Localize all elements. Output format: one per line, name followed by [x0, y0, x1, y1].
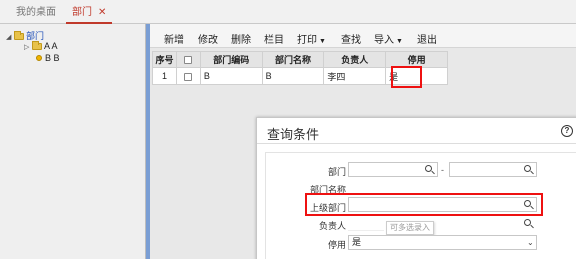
tree-node-bb[interactable]: B B: [36, 53, 60, 63]
search-button[interactable]: 查找: [341, 31, 361, 46]
manager-label: 负责人: [318, 221, 346, 231]
tab-my-desktop-label: 我的桌面: [16, 7, 56, 18]
department-tree: ◢ 部门 ▷ A A B B: [0, 24, 146, 259]
cell-manager: 李四: [323, 67, 387, 85]
chevron-down-icon[interactable]: ⌄: [527, 238, 534, 247]
cell-code: B: [199, 67, 263, 85]
tree-node-label: A A: [44, 41, 58, 51]
add-button[interactable]: 新增: [164, 31, 184, 46]
toolbar: 新增 修改 删除 栏目 打印 ▼ 查找 导入 ▼ 退出: [150, 24, 576, 48]
tab-department-label: 部门: [72, 7, 92, 18]
tree-node-label: 部门: [26, 31, 45, 41]
dept-label: 部门: [327, 167, 346, 177]
import-button[interactable]: 导入 ▼: [374, 31, 403, 46]
import-label: 导入: [374, 35, 394, 46]
disabled-label: 停用: [327, 240, 346, 250]
folder-icon: [32, 41, 42, 50]
range-separator: -: [441, 165, 444, 175]
collapse-icon[interactable]: ◢: [6, 33, 14, 41]
edit-button[interactable]: 修改: [198, 31, 218, 46]
cell-index: 1: [152, 67, 177, 85]
chevron-down-icon: ▼: [396, 38, 403, 45]
tab-my-desktop[interactable]: 我的桌面: [16, 6, 56, 24]
expand-icon[interactable]: ▷: [24, 43, 32, 51]
col-header-manager[interactable]: 负责人: [323, 51, 387, 68]
tree-node-label: B B: [45, 53, 60, 63]
search-icon[interactable]: [524, 165, 531, 172]
tab-bar: 我的桌面 部门 ✕: [0, 0, 576, 24]
search-icon[interactable]: [425, 165, 432, 172]
chevron-down-icon: ▼: [319, 38, 326, 45]
multi-select-tooltip: 可多选录入: [386, 221, 434, 235]
col-header-name[interactable]: 部门名称: [261, 51, 325, 68]
manager-input[interactable]: [348, 216, 384, 231]
col-header-index: 序号: [152, 51, 177, 68]
cell-name: B: [261, 67, 325, 85]
col-header-select[interactable]: [175, 51, 201, 68]
print-label: 打印: [297, 35, 317, 46]
columns-button[interactable]: 栏目: [264, 31, 284, 46]
row-checkbox[interactable]: [184, 72, 193, 81]
disabled-select-value: 是: [352, 237, 362, 247]
highlight-box-parent-dept: [305, 193, 543, 216]
print-button[interactable]: 打印 ▼: [297, 31, 326, 46]
select-all-checkbox[interactable]: [184, 56, 193, 65]
highlight-box-disabled: [391, 66, 422, 88]
tab-department[interactable]: 部门 ✕: [66, 6, 113, 24]
leaf-icon: [36, 55, 42, 61]
search-icon[interactable]: [524, 219, 531, 226]
dialog-title: 查询条件: [267, 127, 320, 142]
tree-node-aa[interactable]: ▷ A A: [24, 41, 58, 51]
help-icon[interactable]: ?: [561, 125, 573, 137]
col-header-code[interactable]: 部门编码: [199, 51, 263, 68]
cell-select[interactable]: [175, 67, 201, 85]
delete-button[interactable]: 删除: [231, 31, 251, 46]
disabled-select[interactable]: 是: [348, 235, 537, 250]
close-icon[interactable]: ✕: [98, 7, 106, 18]
folder-icon: [14, 31, 24, 40]
dialog-divider: [257, 143, 576, 144]
exit-button[interactable]: 退出: [417, 31, 437, 46]
